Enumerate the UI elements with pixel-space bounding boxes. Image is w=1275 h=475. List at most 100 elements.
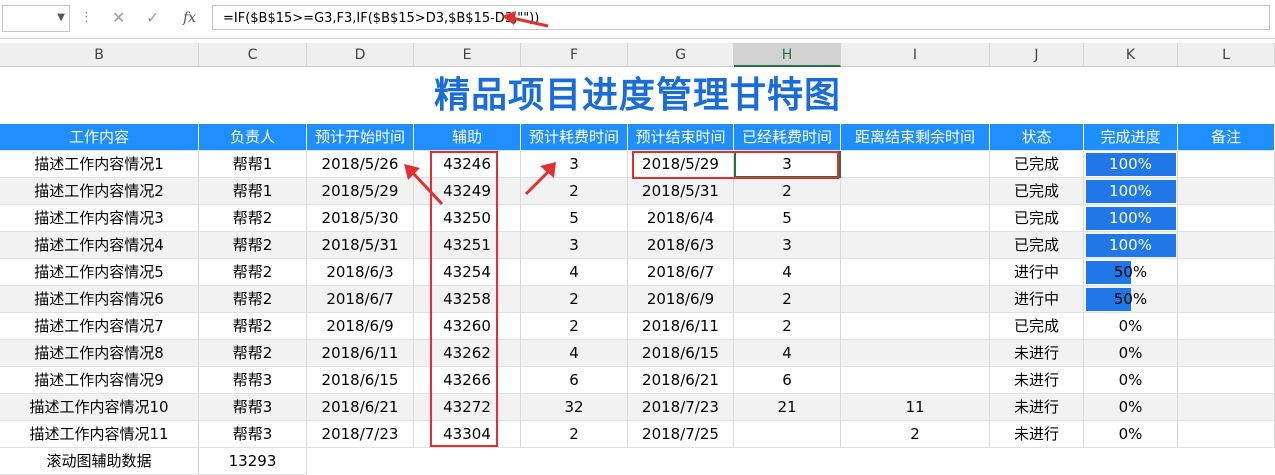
- progress-cell[interactable]: 50%: [1084, 286, 1178, 313]
- cell-task[interactable]: 描述工作内容情况5: [0, 259, 199, 286]
- progress-cell[interactable]: 0%: [1084, 367, 1178, 394]
- cell-end[interactable]: 2018/6/3: [628, 232, 734, 259]
- cell-task[interactable]: 描述工作内容情况10: [0, 394, 199, 421]
- cell-task[interactable]: 描述工作内容情况11: [0, 421, 199, 448]
- cell-est[interactable]: 3: [521, 232, 628, 259]
- cell-note[interactable]: [1178, 259, 1275, 286]
- cell-remain[interactable]: [841, 286, 990, 313]
- cell-note[interactable]: [1178, 394, 1275, 421]
- fx-icon[interactable]: fx: [183, 10, 196, 26]
- cell-owner[interactable]: 帮帮1: [199, 151, 307, 178]
- cell-start[interactable]: 2018/5/29: [307, 178, 414, 205]
- cell-note[interactable]: [1178, 178, 1275, 205]
- cell-owner[interactable]: 帮帮3: [199, 367, 307, 394]
- cell-status[interactable]: 未进行: [990, 421, 1084, 448]
- cell-owner[interactable]: 帮帮2: [199, 259, 307, 286]
- cell-end[interactable]: 2018/6/15: [628, 340, 734, 367]
- cell-est[interactable]: 4: [521, 259, 628, 286]
- table-header-cell[interactable]: 工作内容: [0, 124, 199, 151]
- cell-spent[interactable]: 2: [734, 178, 841, 205]
- cell-est[interactable]: 6: [521, 367, 628, 394]
- progress-cell[interactable]: 100%: [1084, 205, 1178, 232]
- cell-note[interactable]: [1178, 286, 1275, 313]
- cell-start[interactable]: 2018/6/3: [307, 259, 414, 286]
- cell-footer-value[interactable]: 13293: [199, 448, 307, 475]
- progress-cell[interactable]: 50%: [1084, 259, 1178, 286]
- cell-task[interactable]: 描述工作内容情况4: [0, 232, 199, 259]
- cell-end[interactable]: 2018/6/21: [628, 367, 734, 394]
- cell-start[interactable]: 2018/6/11: [307, 340, 414, 367]
- cell-est[interactable]: 2: [521, 421, 628, 448]
- cell-start[interactable]: 2018/5/30: [307, 205, 414, 232]
- cell-status[interactable]: 进行中: [990, 286, 1084, 313]
- cell-task[interactable]: 描述工作内容情况6: [0, 286, 199, 313]
- cell-note[interactable]: [1178, 340, 1275, 367]
- cell-start[interactable]: 2018/6/9: [307, 313, 414, 340]
- table-header-cell[interactable]: 预计结束时间: [628, 124, 734, 151]
- cell-status[interactable]: 已完成: [990, 313, 1084, 340]
- cell-remain[interactable]: [841, 259, 990, 286]
- column-header-h[interactable]: H: [734, 43, 841, 67]
- cell-status[interactable]: 已完成: [990, 232, 1084, 259]
- cell-remain[interactable]: [841, 232, 990, 259]
- column-header-d[interactable]: D: [307, 43, 414, 67]
- name-box[interactable]: ▼: [2, 5, 70, 32]
- cell-remain[interactable]: [841, 313, 990, 340]
- cell-start[interactable]: 2018/6/7: [307, 286, 414, 313]
- cell-note[interactable]: [1178, 232, 1275, 259]
- cell-est[interactable]: 5: [521, 205, 628, 232]
- cell-owner[interactable]: 帮帮1: [199, 178, 307, 205]
- table-header-cell[interactable]: 距离结束剩余时间: [841, 124, 990, 151]
- cell-spent[interactable]: 2: [734, 313, 841, 340]
- cell-note[interactable]: [1178, 151, 1275, 178]
- progress-cell[interactable]: 0%: [1084, 313, 1178, 340]
- cell-owner[interactable]: 帮帮2: [199, 286, 307, 313]
- cell-end[interactable]: 2018/7/25: [628, 421, 734, 448]
- column-header-l[interactable]: L: [1178, 43, 1275, 67]
- progress-cell[interactable]: 0%: [1084, 421, 1178, 448]
- cell-task[interactable]: 描述工作内容情况9: [0, 367, 199, 394]
- cell-owner[interactable]: 帮帮3: [199, 394, 307, 421]
- cell-spent[interactable]: 4: [734, 340, 841, 367]
- column-header-i[interactable]: I: [841, 43, 990, 67]
- cell-spent[interactable]: 6: [734, 367, 841, 394]
- cell-status[interactable]: 已完成: [990, 151, 1084, 178]
- cell-task[interactable]: 描述工作内容情况2: [0, 178, 199, 205]
- cell-end[interactable]: 2018/6/4: [628, 205, 734, 232]
- cell-status[interactable]: 已完成: [990, 178, 1084, 205]
- progress-cell[interactable]: 0%: [1084, 394, 1178, 421]
- table-header-cell[interactable]: 状态: [990, 124, 1084, 151]
- table-header-cell[interactable]: 辅助: [414, 124, 521, 151]
- column-header-f[interactable]: F: [521, 43, 628, 67]
- cell-end[interactable]: 2018/6/7: [628, 259, 734, 286]
- cell-task[interactable]: 描述工作内容情况8: [0, 340, 199, 367]
- cell-status[interactable]: 未进行: [990, 340, 1084, 367]
- cell-owner[interactable]: 帮帮3: [199, 421, 307, 448]
- column-header-g[interactable]: G: [628, 43, 734, 67]
- column-header-k[interactable]: K: [1084, 43, 1178, 67]
- check-icon[interactable]: ✓: [146, 8, 159, 27]
- table-header-cell[interactable]: 预计耗费时间: [521, 124, 628, 151]
- cell-start[interactable]: 2018/6/15: [307, 367, 414, 394]
- column-header-j[interactable]: J: [990, 43, 1084, 67]
- cell-status[interactable]: 进行中: [990, 259, 1084, 286]
- progress-cell[interactable]: 100%: [1084, 178, 1178, 205]
- cell-est[interactable]: 4: [521, 340, 628, 367]
- cell-remain[interactable]: [841, 205, 990, 232]
- cell-start[interactable]: 2018/6/21: [307, 394, 414, 421]
- table-header-cell[interactable]: 备注: [1178, 124, 1275, 151]
- cell-remain[interactable]: [841, 151, 990, 178]
- formula-input[interactable]: =IF($B$15>=G3,F3,IF($B$15>D3,$B$15-D3,""…: [212, 5, 1270, 30]
- cell-spent[interactable]: 4: [734, 259, 841, 286]
- cell-spent[interactable]: 21: [734, 394, 841, 421]
- cell-start[interactable]: 2018/5/26: [307, 151, 414, 178]
- cell-start[interactable]: 2018/7/23: [307, 421, 414, 448]
- cell-end[interactable]: 2018/5/31: [628, 178, 734, 205]
- cell-spent[interactable]: 2: [734, 286, 841, 313]
- cell-task[interactable]: 描述工作内容情况1: [0, 151, 199, 178]
- cell-spent[interactable]: 3: [734, 232, 841, 259]
- progress-cell[interactable]: 100%: [1084, 151, 1178, 178]
- cell-remain[interactable]: 11: [841, 394, 990, 421]
- progress-cell[interactable]: 0%: [1084, 340, 1178, 367]
- cell-note[interactable]: [1178, 421, 1275, 448]
